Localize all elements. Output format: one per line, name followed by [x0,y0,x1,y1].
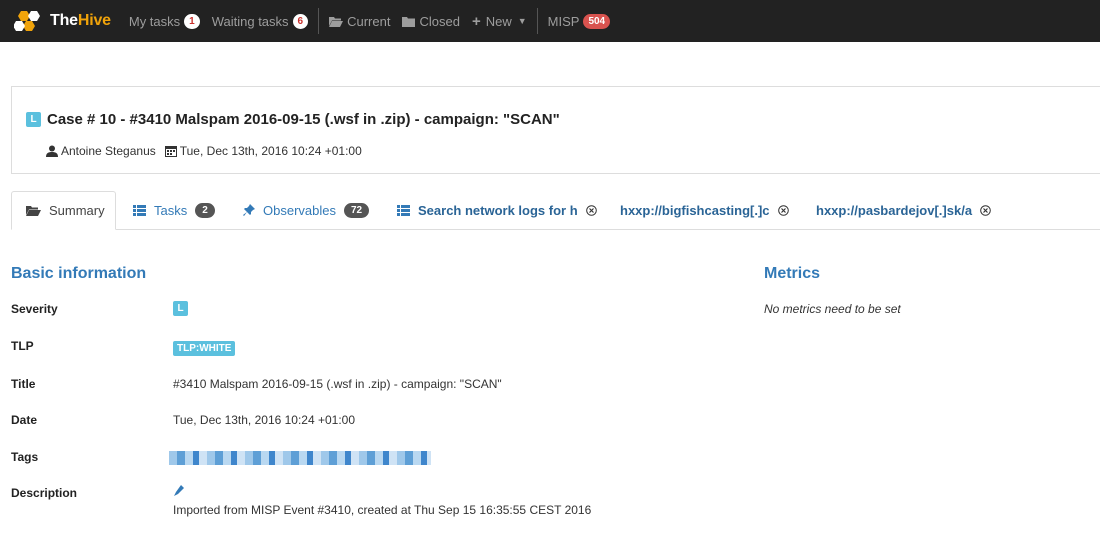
metrics-heading: Metrics [764,265,821,282]
tab-observable-pasbardejov[interactable]: hxxp://pasbardejov[.]sk/a [816,191,991,229]
nav-closed-label: Closed [419,13,460,29]
nav-waiting-tasks-label: Waiting tasks [211,13,289,29]
nav-current[interactable]: Current [329,14,390,29]
nav-misp[interactable]: MISP 504 [547,13,611,29]
basic-information-heading: Basic information [11,265,147,282]
nav-waiting-tasks[interactable]: Waiting tasks 6 [211,13,309,29]
case-title: L Case # 10 - #3410 Malspam 2016-09-15 (… [26,111,560,128]
pin-icon [243,204,255,216]
top-navbar: TheHive My tasks 1 Waiting tasks 6 Curre… [0,0,1100,42]
calendar-icon [164,146,177,157]
case-owner: Antoine Steganus [46,144,156,158]
tags-label: Tags [11,450,39,464]
tlp-value: TLP:WHITE [173,340,236,356]
date-label: Date [11,413,38,427]
tab-task-search-network-logs[interactable]: Search network logs for h [397,191,597,229]
case-tabs: Summary Tasks 2 Observables 72 Search ne… [11,191,1100,230]
case-owner-name: Antoine Steganus [61,144,156,158]
close-tab-icon[interactable] [980,204,991,216]
nav-my-tasks[interactable]: My tasks 1 [128,13,200,29]
nav-misp-label: MISP [547,13,580,29]
nav-new-label: New [485,13,512,29]
folder-open-icon [26,205,41,216]
case-date-text: Tue, Dec 13th, 2016 10:24 +01:00 [179,144,362,158]
nav-separator [536,8,538,34]
severity-badge: L [173,301,188,316]
observables-count-badge: 72 [343,202,370,218]
severity-value: L [173,300,194,316]
metrics-empty-text: No metrics need to be set [764,302,901,316]
nav-current-label: Current [347,13,391,29]
description-label: Description [11,486,78,500]
hive-logo-icon [14,11,40,31]
severity-badge: L [26,112,41,127]
waiting-tasks-count-badge: 6 [292,13,309,29]
list-icon [133,204,146,216]
tab-observables-label: Observables [263,202,336,218]
date-value: Tue, Dec 13th, 2016 10:24 +01:00 [173,413,356,427]
tab-summary-label: Summary [49,203,105,218]
title-label: Title [11,377,36,391]
nav-new-dropdown[interactable]: + New ▼ [472,13,527,30]
severity-label: Severity [11,302,58,316]
title-value: #3410 Malspam 2016-09-15 (.wsf in .zip) … [173,377,502,391]
my-tasks-count-badge: 1 [184,13,200,29]
misp-count-badge: 504 [583,13,611,29]
tab-tasks[interactable]: Tasks 2 [133,191,215,229]
tasks-count-badge: 2 [195,202,215,218]
nav-my-tasks-label: My tasks [128,13,181,29]
tab-task-search-network-logs-label: Search network logs for h [418,202,578,218]
tab-observable-bigfishcasting-label: hxxp://bigfishcasting[.]c [620,202,770,218]
brand-name: TheHive [50,12,111,29]
tab-observable-pasbardejov-label: hxxp://pasbardejov[.]sk/a [816,202,973,218]
brand-logo[interactable]: TheHive [14,10,111,32]
folder-open-icon [329,16,344,27]
tab-tasks-label: Tasks [154,202,188,218]
user-icon [46,145,58,157]
plus-icon: + [471,12,481,30]
tab-observable-bigfishcasting[interactable]: hxxp://bigfishcasting[.]c [620,191,789,229]
tab-observables[interactable]: Observables 72 [243,191,370,229]
close-tab-icon[interactable] [777,204,789,216]
tlp-badge: TLP:WHITE [173,341,236,356]
tags-value-redacted [169,451,431,465]
nav-closed[interactable]: Closed [402,13,460,29]
case-meta: Antoine Steganus Tue, Dec 13th, 2016 10:… [46,144,371,158]
case-date: Tue, Dec 13th, 2016 10:24 +01:00 [164,144,362,158]
edit-description-button[interactable] [173,485,184,499]
tlp-label: TLP [11,339,34,353]
nav-separator [318,8,320,34]
description-value: Imported from MISP Event #3410, created … [173,503,592,517]
case-title-text: Case # 10 - #3410 Malspam 2016-09-15 (.w… [47,111,560,128]
pencil-icon [174,485,184,496]
folder-icon [402,16,416,27]
case-header-panel: L Case # 10 - #3410 Malspam 2016-09-15 (… [11,86,1100,174]
tab-summary[interactable]: Summary [11,191,116,230]
caret-down-icon: ▼ [517,16,527,26]
list-icon [397,204,410,216]
close-tab-icon[interactable] [585,204,597,216]
